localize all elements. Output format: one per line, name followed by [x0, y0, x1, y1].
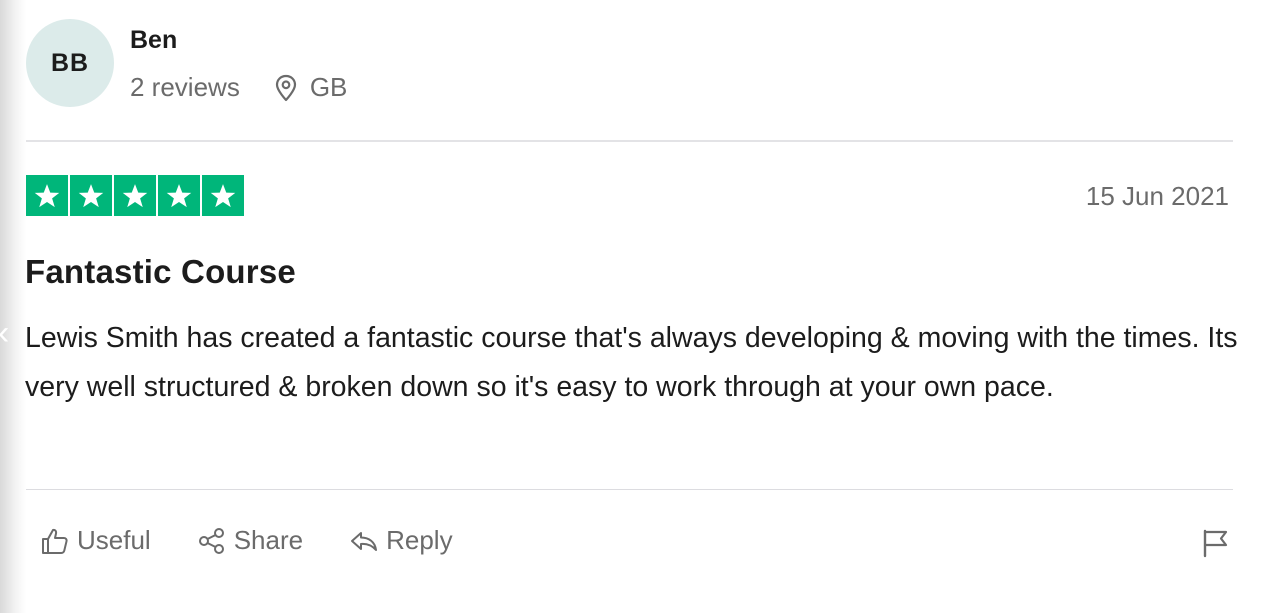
reviewer-name[interactable]: Ben — [130, 26, 177, 55]
star-icon — [202, 175, 244, 216]
review-date: 15 Jun 2021 — [1085, 181, 1229, 211]
review-actions: Useful Share Reply — [40, 525, 499, 556]
location-pin-icon — [275, 74, 296, 101]
star-icon — [114, 175, 156, 216]
share-button[interactable]: Share — [197, 525, 303, 556]
reply-button[interactable]: Reply — [349, 525, 453, 556]
star-icon — [158, 175, 200, 216]
reviewer-meta: 2 reviews GB — [130, 72, 347, 103]
thumbs-up-icon — [42, 528, 68, 554]
chevron-left-icon[interactable]: ‹ — [0, 316, 9, 350]
reply-icon — [351, 531, 378, 551]
review-card: ‹ BB Ben 2 reviews GB 15 Jun 2021 Fantas… — [0, 0, 1276, 613]
report-button[interactable] — [1201, 528, 1231, 563]
star-icon — [70, 175, 112, 216]
review-count: 2 reviews — [130, 72, 240, 102]
reviewer-location: GB — [274, 72, 348, 103]
avatar-initials: BB — [50, 48, 90, 77]
reviewer-country: GB — [309, 72, 348, 102]
header-divider — [26, 140, 1233, 142]
left-edge-shadow — [0, 0, 26, 613]
star-icon — [26, 175, 68, 216]
useful-button[interactable]: Useful — [40, 525, 151, 556]
share-icon — [198, 527, 224, 554]
share-label: Share — [233, 525, 304, 555]
useful-label: Useful — [77, 525, 151, 555]
flag-icon — [1203, 529, 1228, 558]
star-rating — [26, 175, 244, 216]
review-title[interactable]: Fantastic Course — [25, 253, 296, 291]
footer-divider — [26, 489, 1233, 490]
avatar[interactable]: BB — [26, 19, 114, 107]
review-body: Lewis Smith has created a fantastic cour… — [25, 322, 1238, 403]
reply-label: Reply — [386, 525, 453, 555]
